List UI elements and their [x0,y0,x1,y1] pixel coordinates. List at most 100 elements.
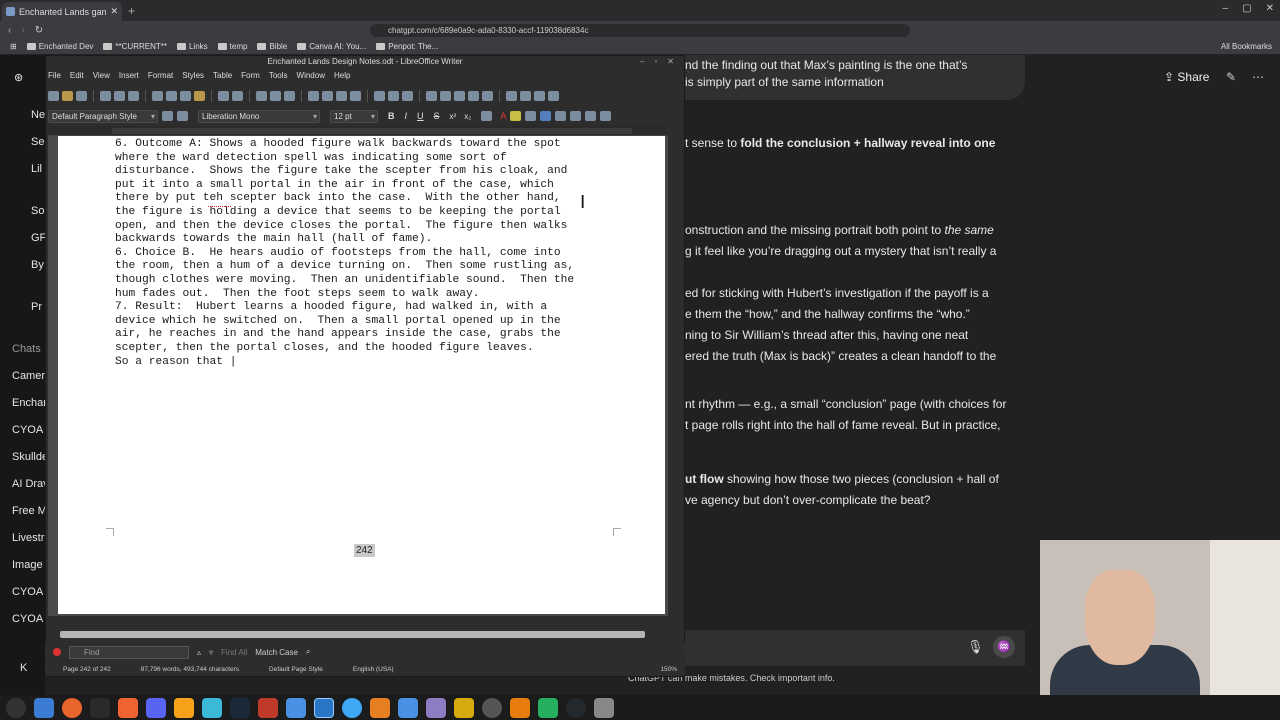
close-icon[interactable]: ✕ [110,6,118,17]
writer-icon[interactable] [314,697,334,718]
new-tab-icon[interactable]: + [128,4,135,18]
terminal-icon[interactable] [90,697,110,718]
export-pdf-icon[interactable] [100,91,111,101]
forward-icon[interactable]: › [21,25,24,36]
sidebar-item-sora[interactable]: So [31,205,44,217]
basic-shapes-icon[interactable] [548,91,559,101]
bookmark-item[interactable]: Penpot: The... [376,42,438,51]
italic-icon[interactable]: I [405,111,408,121]
sidebar-chat-item[interactable]: CYOA ( [12,586,49,598]
character-icon[interactable] [525,111,537,121]
share-button[interactable]: ⇪ Share [1164,70,1209,84]
status-page-style[interactable]: Default Page Style [269,666,323,673]
cross-reference-icon[interactable] [482,91,493,101]
paste-icon[interactable] [180,91,191,101]
find-all-button[interactable]: Find All [221,648,247,657]
endnote-icon[interactable] [454,91,465,101]
browser-tab[interactable]: Enchanted Lands gam ✕ [2,2,122,21]
sidebar-chat-item[interactable]: AI Drav [12,478,49,490]
redo-icon[interactable] [232,91,243,101]
find-replace-icon[interactable]: ⌕ [306,647,310,657]
menu-file[interactable]: File [48,71,61,80]
insert-table-icon[interactable] [308,91,319,101]
bitwarden-icon[interactable] [202,697,222,718]
bookmark-item[interactable]: Enchanted Dev [26,42,93,51]
sidebar-item-library[interactable]: Lil [31,163,42,175]
notes-icon[interactable] [426,697,446,718]
comment-icon[interactable] [506,91,517,101]
find-next-icon[interactable]: ▿ [209,648,213,657]
formatting-marks-icon[interactable] [284,91,295,101]
close-find-icon[interactable] [53,648,61,656]
spelling-icon[interactable] [270,91,281,101]
align-right-icon[interactable] [570,111,582,121]
font-size-select[interactable]: 12 pt [330,109,378,123]
reload-icon[interactable]: ↻ [35,25,43,36]
close-icon[interactable]: ✕ [667,57,674,66]
obs-icon[interactable] [482,697,502,718]
bookmark-icon[interactable] [468,91,479,101]
footnote-icon[interactable] [440,91,451,101]
save-icon[interactable] [76,91,87,101]
special-character-icon[interactable] [402,91,413,101]
files-icon[interactable] [34,697,54,718]
find-input[interactable]: Find [69,645,189,659]
line-icon[interactable] [534,91,545,101]
print-preview-icon[interactable] [128,91,139,101]
minimize-icon[interactable]: – [1223,3,1229,14]
align-left-icon[interactable] [540,111,552,121]
maximize-icon[interactable]: ▢ [1242,3,1251,14]
steam-icon[interactable] [230,697,250,718]
document-text[interactable]: 6. Outcome A: Shows a hooded figure walk… [115,138,574,369]
brave-icon[interactable] [118,697,138,718]
track-changes-icon[interactable] [520,91,531,101]
horizontal-scroll-thumb[interactable] [60,631,645,638]
clear-formatting-icon[interactable] [481,111,493,121]
edit-icon[interactable]: ✎ [1226,70,1236,84]
new-style-icon[interactable] [177,111,188,121]
insert-image-icon[interactable] [322,91,333,101]
find-replace-icon[interactable] [256,91,267,101]
discord-icon[interactable] [146,697,166,718]
menu-insert[interactable]: Insert [119,71,139,80]
sidebar-item-projects[interactable]: Pr [31,301,42,313]
sidebar-chat-item[interactable]: Camer [12,370,45,382]
github-icon[interactable] [566,697,586,718]
vlc-icon[interactable] [370,697,390,718]
menu-edit[interactable]: Edit [70,71,84,80]
print-icon[interactable] [114,91,125,101]
menu-styles[interactable]: Styles [182,71,204,80]
sidebar-item-gpt[interactable]: By [31,259,44,271]
apps-icon[interactable]: ⊞ [10,42,17,51]
match-case-checkbox[interactable]: Match Case [255,648,298,657]
microphone-icon[interactable]: 🎙 [967,639,984,655]
blender-icon[interactable] [510,697,530,718]
chrome-icon[interactable] [342,697,362,718]
chat-input[interactable]: 🎙 ♒ [675,630,1025,666]
vertical-scrollbar[interactable] [668,136,678,616]
sidebar-chat-item[interactable]: Skullde [12,451,48,463]
sidebar-chat-item[interactable]: Livestr [12,532,44,544]
app-icon[interactable] [538,697,558,718]
sidebar-chat-item[interactable]: CYOA ( [12,613,49,625]
bookmark-item[interactable]: Links [176,42,208,51]
open-icon[interactable] [62,91,73,101]
status-zoom[interactable]: 150% [660,666,677,673]
cut-icon[interactable] [152,91,163,101]
maximize-icon[interactable]: ▫ [654,57,657,66]
clone-formatting-icon[interactable] [194,91,205,101]
font-name-select[interactable]: Liberation Mono [198,109,320,123]
copy-icon[interactable] [166,91,177,101]
menu-view[interactable]: View [93,71,110,80]
url-field[interactable]: chatgpt.com/c/689e0a9c-ada0-8330-accf-11… [370,24,910,37]
mail-icon[interactable] [398,697,418,718]
superscript-icon[interactable]: x² [450,112,457,121]
firefox-icon[interactable] [62,697,82,718]
bookmark-item[interactable]: Canva AI: You... [297,42,366,51]
back-icon[interactable]: ‹ [8,25,11,36]
close-window-icon[interactable]: ✕ [1266,3,1274,14]
insert-chart-icon[interactable] [336,91,347,101]
sidebar-item-search[interactable]: Se [31,136,44,148]
paragraph-style-select[interactable]: Default Paragraph Style [48,109,158,123]
new-document-icon[interactable] [48,91,59,101]
